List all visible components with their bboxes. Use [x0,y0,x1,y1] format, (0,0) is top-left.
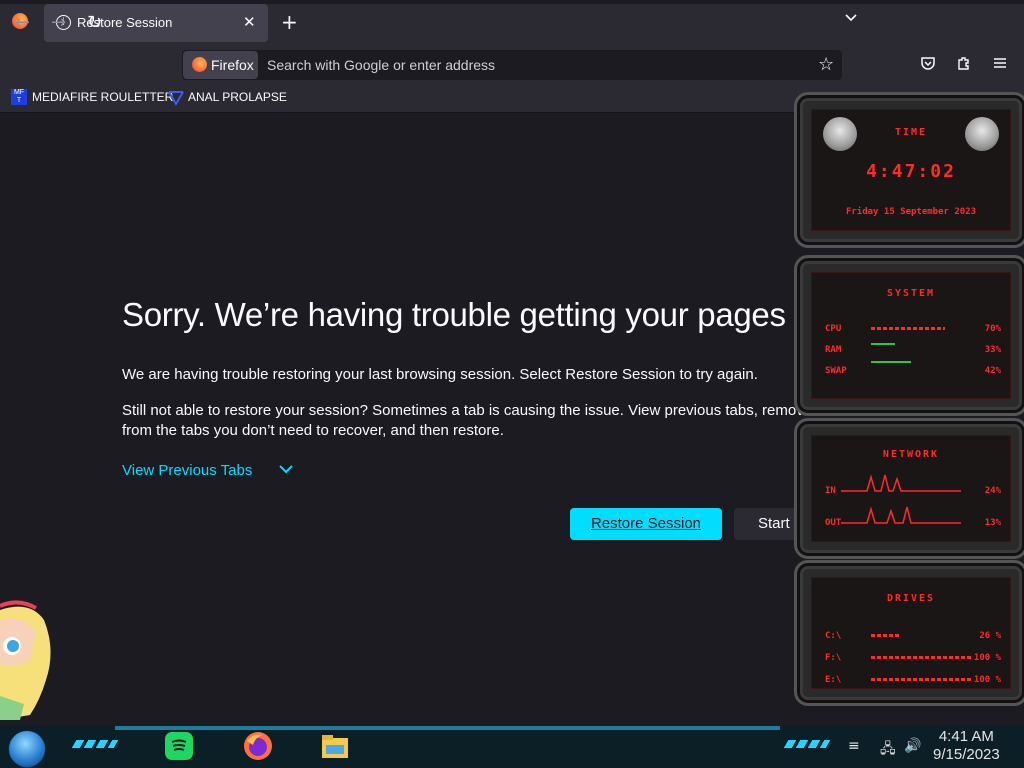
gadget-date: Friday 15 September 2023 [845,207,977,217]
ram-row: RAM 33% [825,343,1001,355]
taskbar-decoration [71,740,119,748]
time-gadget: TIME 4:47:02 Friday 15 September 2023 [794,92,1024,248]
bookmark-mediafire-rouletter[interactable]: MEDIAFIRE ROULETTER [32,90,173,104]
address-input[interactable]: Search with Google or enter address [267,57,495,73]
time-gadget-title: TIME [894,127,928,138]
tab-restore-session[interactable]: i Restore Session ✕ [44,4,268,42]
start-button[interactable] [8,730,46,768]
gadget-clock: 4:47:02 [866,161,956,182]
extensions-icon[interactable] [956,55,972,71]
identity-box[interactable]: Firefox [183,51,258,79]
menu-icon[interactable] [992,55,1008,71]
restore-help-text: Still not able to restore your session? … [122,402,821,439]
ram-label: RAM [825,345,842,355]
drive-c-bar [871,634,901,637]
clock-date: 9/15/2023 [933,746,1000,763]
drive-e-value: 100 % [973,675,1001,685]
desktop-character-image [0,600,51,720]
taskbar-clock[interactable]: 4:41 AM 9/15/2023 [933,728,1000,764]
drive-c-value: 26 % [979,631,1001,641]
network-gadget-title: NETWORK [882,449,940,460]
view-previous-tabs-link[interactable]: View Previous Tabs [122,462,252,479]
spotify-icon[interactable] [164,731,194,761]
drive-e-label: E:\ [825,675,842,685]
reload-button[interactable]: ↻ [87,12,102,33]
network-in-value: 24% [984,486,1001,496]
drive-e-bar [871,678,971,681]
bookmark-ribbon-icon [168,91,184,106]
identity-label: Firefox [211,57,254,73]
list-all-tabs-icon[interactable] [845,12,857,24]
file-explorer-icon[interactable] [320,731,350,761]
network-in-label: IN [825,486,836,496]
drive-f-row: F:\ 100 % [825,653,1001,663]
swap-value: 42% [984,366,1001,376]
taskbar [0,726,1024,768]
back-button[interactable]: ← [15,12,30,33]
taskbar-accent-line [115,726,780,730]
forward-button[interactable]: → [51,12,66,33]
network-out-label: OUT [825,518,842,528]
network-out-value: 13% [984,518,1001,528]
volume-icon[interactable]: 🔊 [904,738,921,754]
firefox-icon[interactable] [243,731,273,761]
network-gadget: NETWORK IN 24% OUT 13% [794,418,1024,559]
pocket-icon[interactable] [920,55,936,71]
cpu-label: CPU [825,324,842,334]
network-icon[interactable]: 🖧 [880,738,896,762]
cpu-row: CPU 70% [825,324,1001,334]
taskbar-decoration [783,740,831,748]
system-gadget: SYSTEM CPU 70% RAM 33% SWAP 42% [794,255,1024,416]
chevron-down-icon[interactable] [278,462,294,476]
drive-c-row: C:\ 26 % [825,631,1001,641]
firefox-icon [192,57,207,72]
close-tab-icon[interactable]: ✕ [243,13,256,31]
bookmark-star-icon[interactable]: ☆ [818,54,834,75]
network-out-graph [841,506,961,524]
cpu-bar [871,327,945,330]
ram-graph [871,343,895,345]
drives-gadget: DRIVES C:\ 26 % F:\ 100 % E:\ 100 % [794,560,1024,706]
drive-f-value: 100 % [973,653,1001,663]
drives-gadget-title: DRIVES [886,593,936,604]
mediafire-icon: MF T [11,89,27,105]
bookmark-anal-prolapse[interactable]: ANAL PROLAPSE [188,90,287,104]
new-tab-button[interactable]: + [281,10,298,34]
restore-session-button[interactable]: Restore Session [570,508,722,540]
drive-c-label: C:\ [825,631,842,641]
drive-f-bar [871,656,971,659]
drive-f-label: F:\ [825,653,842,663]
swap-row: SWAP 42% [825,361,1001,376]
clock-time: 4:41 AM [938,728,994,745]
cpu-value: 70% [984,324,1001,334]
restore-description: We are having trouble restoring your las… [122,366,758,383]
ram-value: 33% [984,345,1001,355]
network-in-graph [841,474,961,492]
system-gadget-title: SYSTEM [886,288,936,299]
page-title: Sorry. We’re having trouble getting your… [122,296,831,333]
taskbar-overflow-icon[interactable]: ≡ [848,738,860,754]
drive-e-row: E:\ 100 % [825,675,1001,685]
swap-graph [871,361,911,363]
swap-label: SWAP [825,366,847,376]
